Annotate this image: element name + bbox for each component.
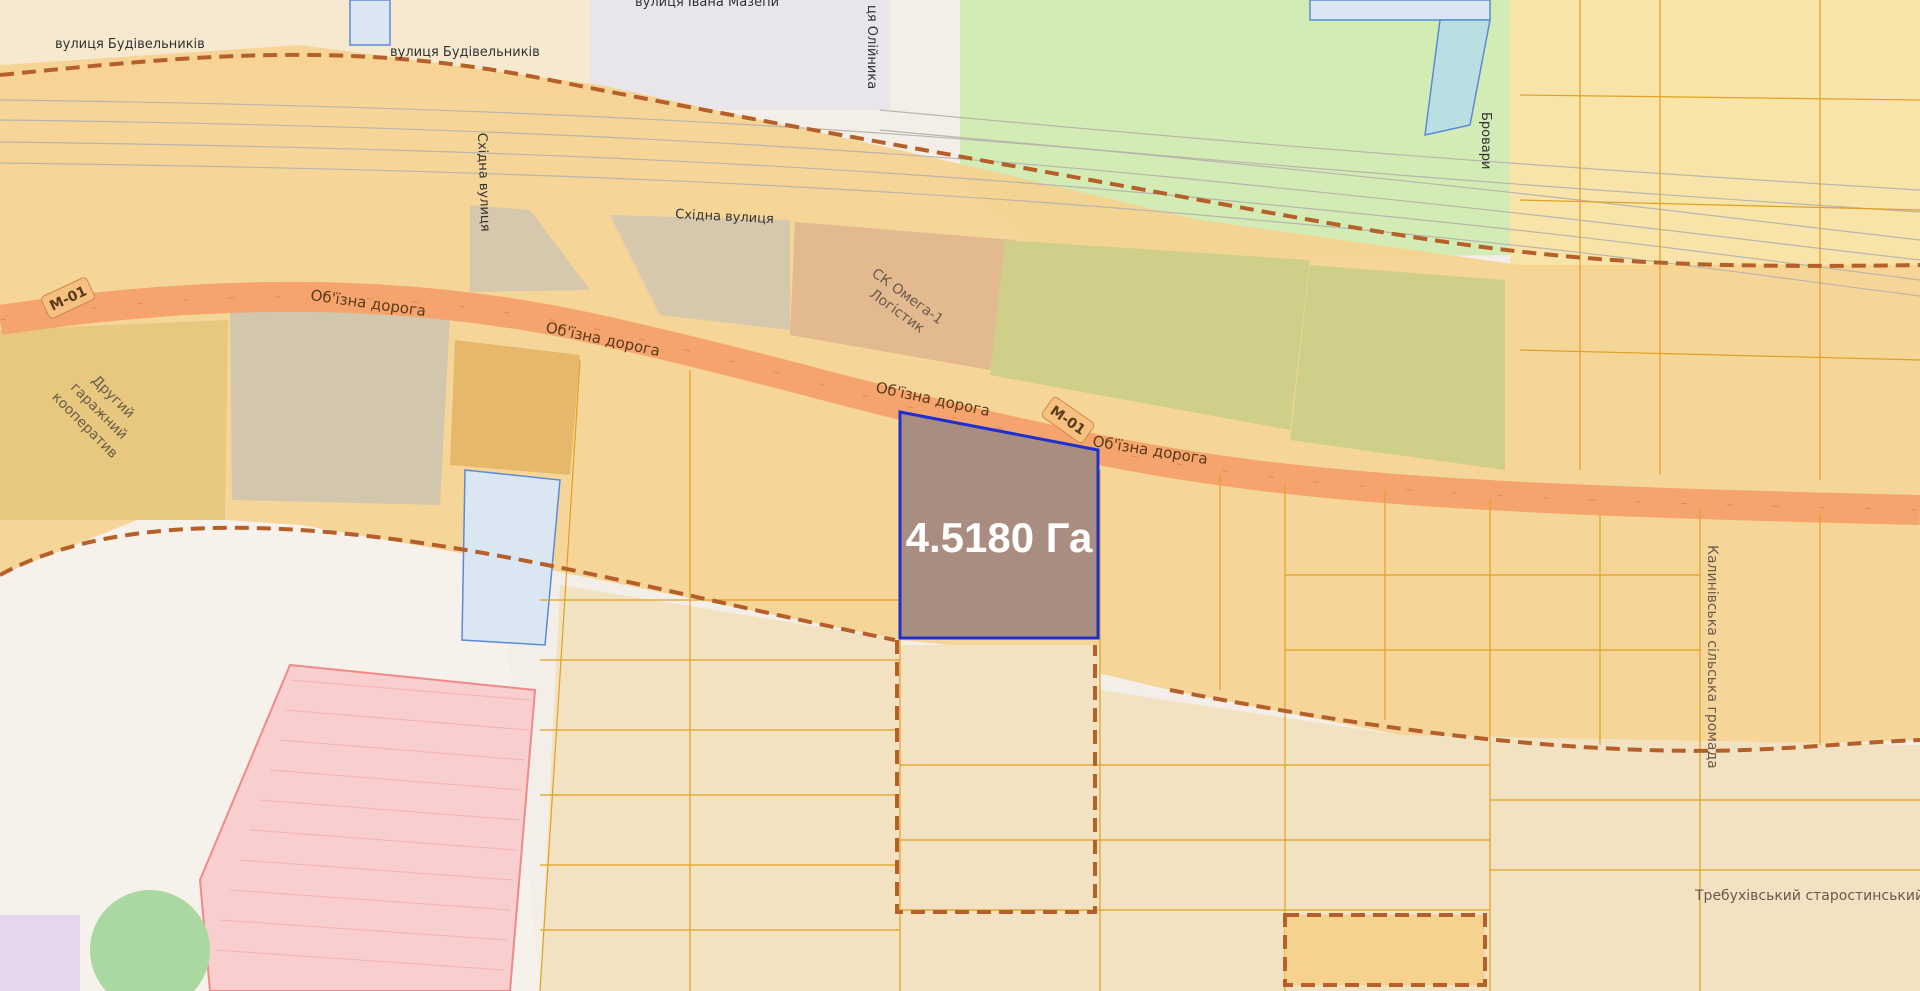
- parcel-area-label: 4.5180 Га: [906, 514, 1093, 561]
- agri-area-top-right: [1510, 0, 1920, 270]
- parcels-lower-center: [900, 645, 1100, 991]
- street-label-budivelnykiv-2: вулиця Будівельників: [390, 45, 540, 60]
- street-label-mazepy: вулиця Івана Мазепи: [635, 0, 779, 10]
- blue-parcel-south: [461, 469, 561, 646]
- blue-small-block: [349, 0, 391, 46]
- map-viewport[interactable]: 4.5180 Га Об'їзна дорога Об'їзна дорога …: [0, 0, 1920, 991]
- dashed-plot-southeast: [1283, 913, 1487, 987]
- region-label-trebukhivskyi: Требухівський старостинський: [1694, 888, 1920, 904]
- region-label-kalynivska: Калинівська сільська громада: [1704, 545, 1720, 769]
- purple-zone: [0, 915, 80, 991]
- street-label-brovary: Бровари: [1478, 112, 1493, 169]
- street-label-budivelnykiv-1: вулиця Будівельників: [55, 37, 205, 52]
- parcel-olive-2: [1290, 265, 1505, 470]
- blue-parcel-top: [1309, 0, 1491, 21]
- street-label-oliinyka: ця Олійника: [864, 5, 879, 89]
- building-orange: [450, 340, 580, 475]
- industrial-left: [230, 310, 450, 505]
- cadastral-map[interactable]: 4.5180 Га Об'їзна дорога Об'їзна дорога …: [0, 0, 1920, 991]
